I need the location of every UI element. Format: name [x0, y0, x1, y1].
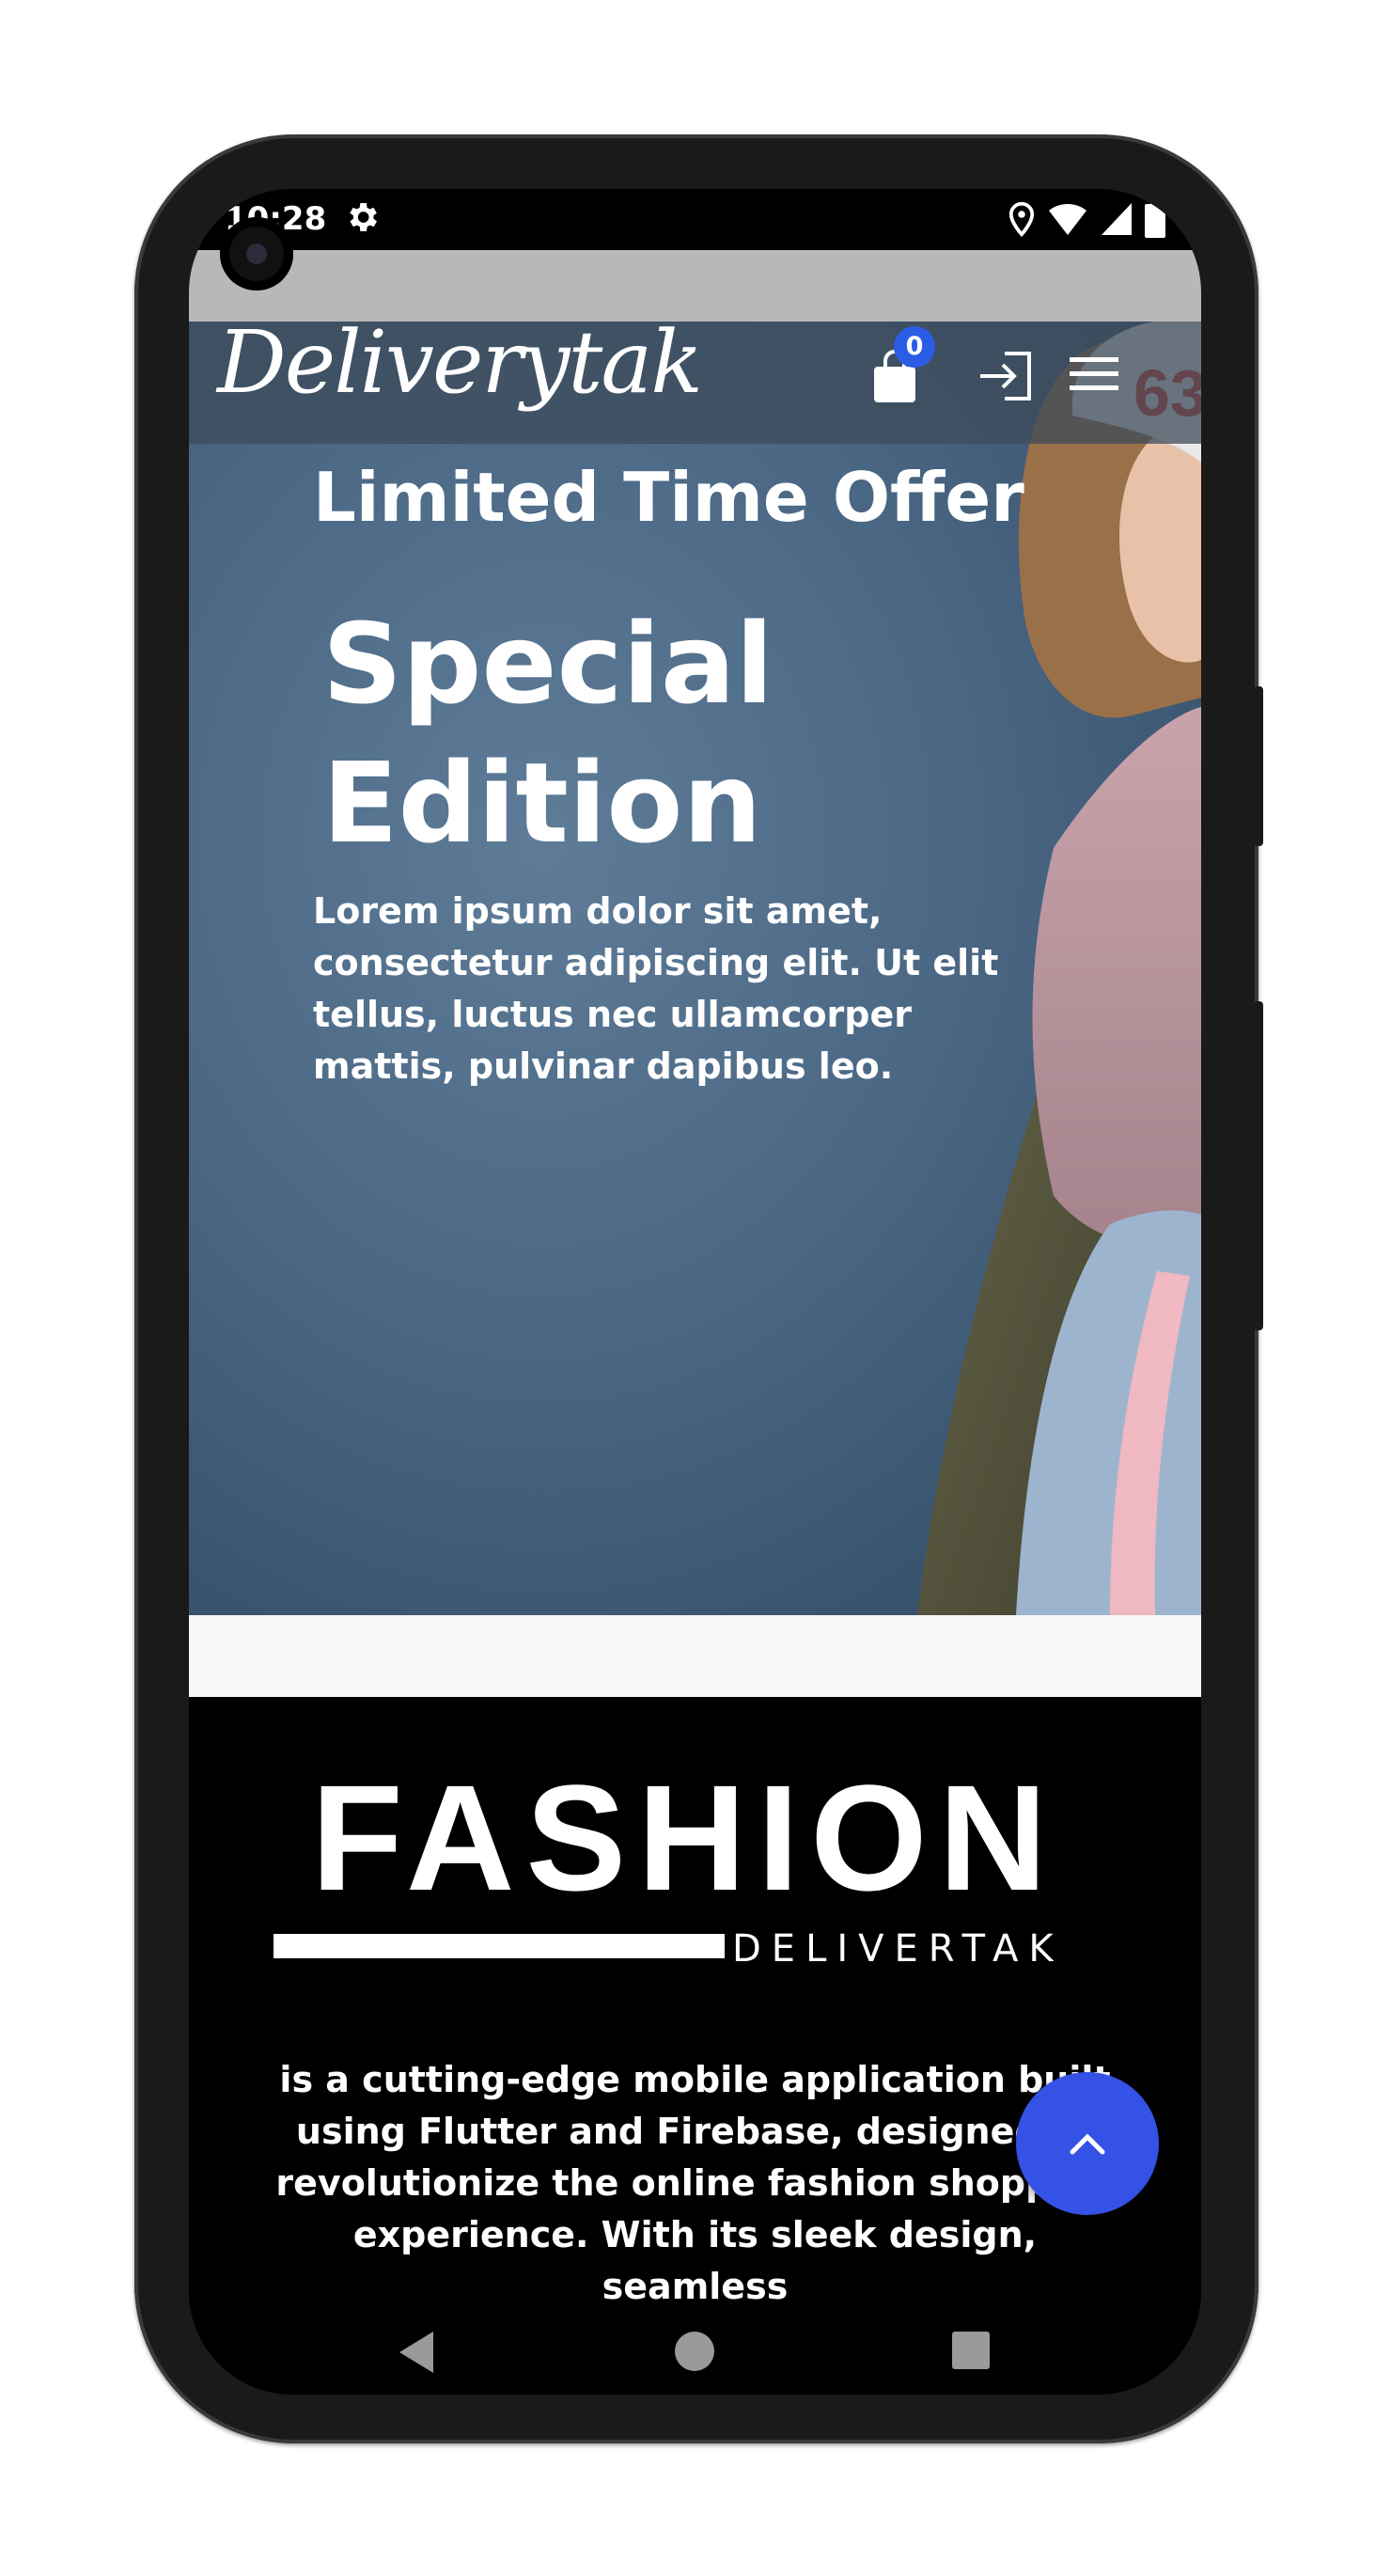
site-logo[interactable]: Deliverytak	[217, 322, 703, 413]
chevron-up-icon	[1070, 2133, 1105, 2155]
cart-button[interactable]: 0	[870, 326, 935, 408]
site-navbar: Deliverytak 0	[189, 322, 1201, 444]
battery-icon	[1145, 200, 1165, 238]
hero-body-text: Lorem ipsum dolor sit amet, consectetur …	[313, 890, 999, 1087]
scroll-to-top-button[interactable]	[1016, 2072, 1159, 2215]
wifi-icon	[1049, 203, 1086, 235]
recents-icon[interactable]	[950, 2330, 992, 2371]
login-icon	[980, 352, 1031, 401]
cart-count-badge: 0	[894, 326, 935, 368]
hamburger-menu-icon	[1070, 357, 1118, 390]
hero-title-line-2: Edition	[322, 738, 762, 868]
system-navigation-bar	[189, 2309, 1201, 2395]
hero-title-line-1: Special	[322, 599, 774, 729]
brand-description: is a cutting-edge mobile application bui…	[275, 2059, 1115, 2307]
back-icon[interactable]	[396, 2330, 437, 2375]
status-bar: 10:28	[189, 189, 1201, 250]
brand-underline	[274, 1934, 725, 1958]
brand-wordmark: FASHION	[311, 1753, 1059, 1922]
home-icon[interactable]	[673, 2330, 716, 2373]
top-gray-bar	[189, 250, 1201, 322]
volume-button	[1254, 686, 1263, 846]
signal-icon	[1102, 203, 1132, 235]
front-camera	[220, 217, 293, 291]
hero-title: Special Edition	[322, 594, 886, 872]
hero-banner: 63 Deliverytak 0	[189, 322, 1201, 1615]
menu-button[interactable]	[1068, 350, 1120, 401]
webview: 63 Deliverytak 0	[189, 250, 1201, 2309]
section-divider	[189, 1615, 1201, 1697]
location-icon	[1008, 201, 1035, 237]
power-button	[1254, 1001, 1263, 1330]
gear-icon	[350, 203, 377, 231]
hero-kicker: Limited Time Offer	[313, 458, 1024, 537]
login-button[interactable]	[977, 350, 1035, 406]
brand-section: FASHION DELIVERTAK is a cutting-edge mob…	[189, 1697, 1201, 2309]
screen: 10:28 Deliverytak 0 Limited Time Offer S…	[189, 189, 1201, 2395]
brand-subword: DELIVERTAK	[732, 1927, 1064, 1971]
